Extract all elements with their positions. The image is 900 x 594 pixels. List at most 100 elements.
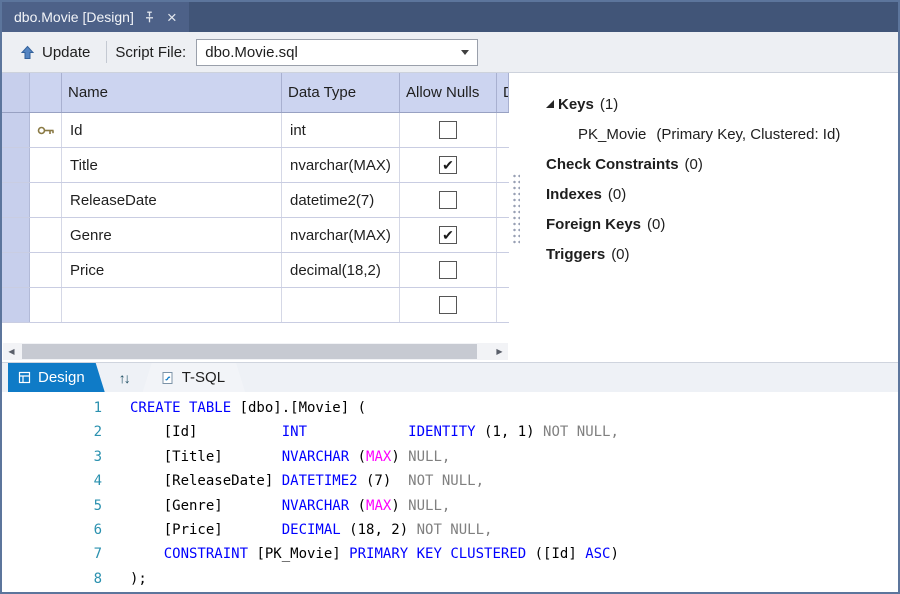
allow-nulls-checkbox[interactable]: ✔ — [439, 121, 457, 139]
update-button[interactable]: Update — [12, 40, 98, 65]
code-token: INT — [282, 424, 307, 440]
data-type-cell[interactable]: int — [282, 113, 400, 147]
data-type-cell[interactable] — [282, 288, 400, 322]
tree-item-pk-movie[interactable]: PK_Movie (Primary Key, Clustered: Id) — [546, 119, 898, 149]
check-icon: ✔ — [442, 228, 454, 242]
row-icon-cell — [30, 218, 62, 252]
chevron-down-icon[interactable] — [453, 50, 477, 55]
expander-icon[interactable] — [546, 100, 554, 108]
data-type-cell[interactable]: nvarchar(MAX) — [282, 148, 400, 182]
name-cell[interactable]: Id — [62, 113, 282, 147]
vs-table-designer-window: dbo.Movie [Design] × Update — [0, 0, 900, 594]
allow-nulls-checkbox[interactable]: ✔ — [439, 156, 457, 174]
default-cell[interactable] — [497, 288, 509, 322]
default-column-header[interactable]: Default — [497, 73, 509, 112]
tab-design[interactable]: Design — [8, 363, 105, 392]
allow-nulls-cell: ✔ — [400, 253, 497, 287]
row-icon-cell — [30, 183, 62, 217]
tree-item-keys[interactable]: Keys (1) — [546, 89, 898, 119]
pane-splitter[interactable] — [509, 73, 522, 362]
code-line: 5 [Genre] NVARCHAR (MAX) NULL, — [2, 494, 898, 518]
grid-empty-area — [2, 323, 509, 343]
row-icon-cell — [30, 113, 62, 147]
icon-column-header[interactable] — [30, 73, 62, 112]
tree-label: Triggers — [546, 246, 605, 263]
name-cell[interactable]: Title — [62, 148, 282, 182]
default-cell[interactable] — [497, 253, 509, 287]
code-line: 1CREATE TABLE [dbo].[Movie] ( — [2, 396, 898, 420]
name-column-header[interactable]: Name — [62, 73, 282, 112]
grid-corner-cell[interactable] — [2, 73, 30, 112]
code-token: NULL, — [408, 498, 450, 514]
tree-item-triggers[interactable]: Triggers (0) — [546, 239, 898, 269]
scrollbar-thumb[interactable] — [22, 344, 477, 359]
name-cell[interactable] — [62, 288, 282, 322]
bottom-tab-bar: Design ↑↓ T-SQL — [2, 362, 898, 392]
tree-count: (0) — [611, 246, 629, 263]
scroll-right-icon[interactable]: ▶ — [491, 347, 508, 356]
default-cell[interactable] — [497, 183, 509, 217]
scroll-left-icon[interactable]: ◀ — [3, 347, 20, 356]
name-cell[interactable]: Price — [62, 253, 282, 287]
data-type-cell[interactable]: datetime2(7) — [282, 183, 400, 217]
row-selector[interactable] — [2, 113, 30, 147]
code-token — [130, 546, 164, 562]
data-type-column-header[interactable]: Data Type — [282, 73, 400, 112]
name-cell[interactable]: Genre — [62, 218, 282, 252]
code-token: NOT NULL, — [408, 473, 484, 489]
data-type-value: int — [290, 122, 306, 139]
sync-panes-button[interactable]: ↑↓ — [105, 363, 143, 392]
designer-main-area: Name Data Type Allow Nulls Default — [2, 73, 898, 362]
table-row-releasedate: ReleaseDate datetime2(7) ✔ — [2, 183, 509, 218]
row-selector[interactable] — [2, 253, 30, 287]
tab-tsql[interactable]: T-SQL — [143, 363, 245, 392]
allow-nulls-cell: ✔ — [400, 113, 497, 147]
allow-nulls-checkbox[interactable]: ✔ — [439, 191, 457, 209]
row-icon-cell — [30, 288, 62, 322]
allow-nulls-column-header[interactable]: Allow Nulls — [400, 73, 497, 112]
script-file-combobox[interactable]: dbo.Movie.sql — [196, 39, 478, 66]
tree-item-check-constraints[interactable]: Check Constraints (0) — [546, 149, 898, 179]
column-name: Price — [70, 262, 104, 279]
tree-item-foreign-keys[interactable]: Foreign Keys (0) — [546, 209, 898, 239]
default-cell[interactable] — [497, 218, 509, 252]
document-tab[interactable]: dbo.Movie [Design] × — [2, 2, 189, 32]
grid-header-row: Name Data Type Allow Nulls Default — [2, 73, 509, 113]
constraints-panel: Keys (1) PK_Movie (Primary Key, Clustere… — [522, 73, 898, 362]
line-number: 5 — [2, 494, 102, 518]
line-number: 8 — [2, 567, 102, 591]
data-type-value: datetime2(7) — [290, 192, 374, 209]
code-token — [307, 424, 408, 440]
allow-nulls-checkbox[interactable]: ✔ — [439, 261, 457, 279]
horizontal-scrollbar[interactable]: ◀ ▶ — [3, 343, 508, 360]
allow-nulls-checkbox[interactable]: ✔ — [439, 226, 457, 244]
row-selector[interactable] — [2, 218, 30, 252]
update-icon — [20, 45, 35, 60]
default-cell[interactable] — [497, 113, 509, 147]
table-row-id: Id int ✔ — [2, 113, 509, 148]
data-type-cell[interactable]: nvarchar(MAX) — [282, 218, 400, 252]
row-selector[interactable] — [2, 288, 30, 322]
default-cell[interactable] — [497, 148, 509, 182]
code-token: (7) — [358, 473, 409, 489]
column-name: ReleaseDate — [70, 192, 157, 209]
tree-item-indexes[interactable]: Indexes (0) — [546, 179, 898, 209]
code-token: MAX — [366, 449, 391, 465]
code-token: [ReleaseDate] — [130, 473, 282, 489]
row-selector[interactable] — [2, 183, 30, 217]
code-token: ([Id] — [526, 546, 585, 562]
allow-nulls-checkbox[interactable]: ✔ — [439, 296, 457, 314]
close-icon[interactable]: × — [165, 9, 179, 26]
pin-icon[interactable] — [143, 11, 156, 24]
code-token: CREATE TABLE — [130, 400, 240, 416]
data-type-cell[interactable]: decimal(18,2) — [282, 253, 400, 287]
row-selector[interactable] — [2, 148, 30, 182]
code-token: ) — [611, 546, 619, 562]
allow-nulls-cell: ✔ — [400, 183, 497, 217]
name-cell[interactable]: ReleaseDate — [62, 183, 282, 217]
scrollbar-track[interactable] — [20, 343, 491, 360]
tsql-editor[interactable]: 1CREATE TABLE [dbo].[Movie] ( 2 [Id] INT… — [2, 392, 898, 592]
design-tab-label: Design — [38, 369, 85, 386]
table-row-new: ✔ — [2, 288, 509, 323]
columns-grid: Name Data Type Allow Nulls Default — [2, 73, 509, 323]
